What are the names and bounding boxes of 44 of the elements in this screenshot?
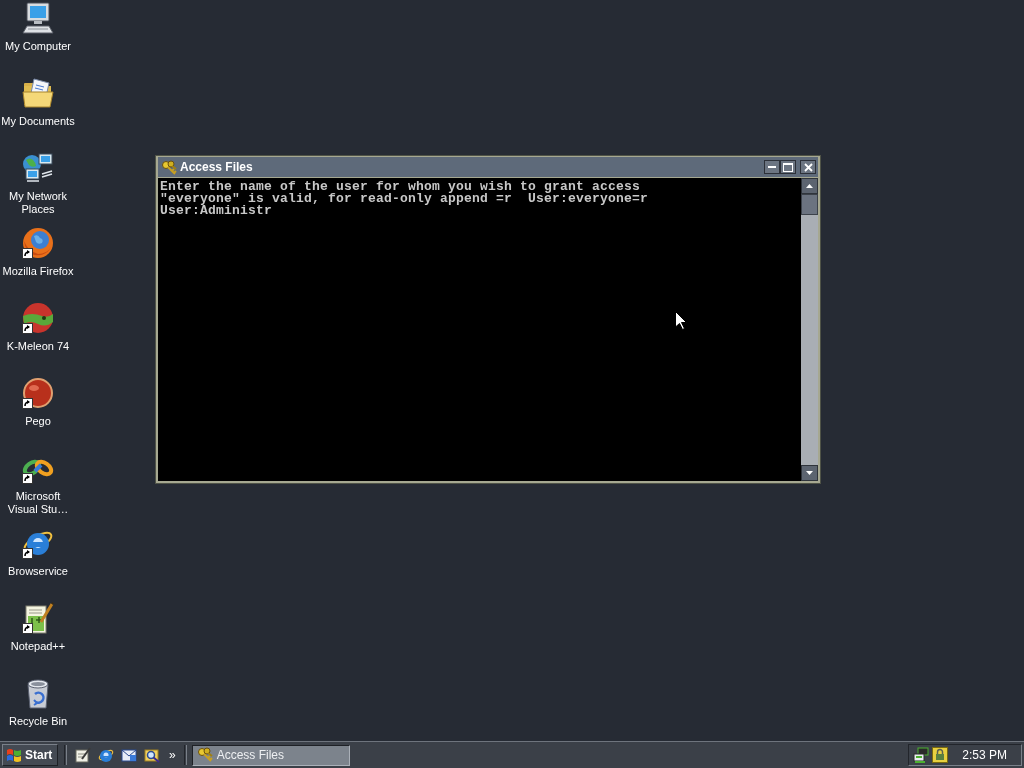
- browser-e-icon[interactable]: [98, 747, 114, 763]
- start-button[interactable]: Start: [2, 744, 58, 766]
- search-icon[interactable]: [144, 747, 160, 763]
- desktop-icon-label[interactable]: My Documents: [1, 115, 75, 128]
- close-button[interactable]: [800, 160, 816, 174]
- clock: 2:53 PM: [962, 748, 1007, 762]
- network-icon[interactable]: [22, 152, 54, 184]
- desktop-icon-label[interactable]: Recycle Bin: [8, 715, 68, 728]
- maximize-button[interactable]: [780, 160, 796, 174]
- console-line: "everyone" is valid, for read-only append =r User:everyone=r: [160, 193, 649, 205]
- note-pen-icon[interactable]: [75, 747, 91, 763]
- title-bar[interactable]: Access Files: [158, 157, 818, 177]
- quick-launch-more-button[interactable]: »: [167, 748, 178, 762]
- desktop-icon-label[interactable]: K-Meleon 74: [6, 340, 70, 353]
- console-area[interactable]: Enter the name of the user for whom you wish to grant access "everyone" is valid, for read-only append =r User:everyone=r User:Administr: [158, 178, 801, 481]
- desktop-icon-label[interactable]: Notepad++: [10, 640, 66, 653]
- desktop-icon-label[interactable]: Mozilla Firefox: [2, 265, 74, 278]
- desktop-icon-label[interactable]: Microsoft Visual Stu…: [0, 490, 76, 516]
- down-arrow-icon: [806, 471, 813, 475]
- scroll-down-button[interactable]: [801, 465, 818, 481]
- desktop-icon-label[interactable]: My Computer: [5, 40, 71, 53]
- padlock-icon[interactable]: [932, 747, 948, 763]
- desktop-icon-label[interactable]: Pego: [25, 415, 51, 428]
- up-arrow-icon: [806, 184, 813, 188]
- scrollbar[interactable]: [801, 178, 818, 481]
- maximize-icon: [783, 162, 793, 172]
- computer-icon[interactable]: [22, 2, 54, 34]
- scroll-thumb[interactable]: [801, 194, 818, 215]
- flag-icon: [6, 747, 22, 763]
- scroll-up-button[interactable]: [801, 178, 818, 194]
- console-line: User:Administr: [160, 205, 273, 217]
- close-icon: [803, 162, 813, 172]
- folder-icon[interactable]: [22, 77, 54, 109]
- window-title: Access Files: [180, 160, 253, 174]
- console-line: Enter the name of the user for whom you wish to grant access: [160, 181, 641, 193]
- minimize-button[interactable]: [764, 160, 780, 174]
- mouse-pointer-icon: [675, 311, 687, 330]
- mail-icon[interactable]: [121, 747, 137, 763]
- monitor-icon[interactable]: [913, 747, 929, 763]
- keys-icon: [161, 159, 177, 176]
- desktop-icon-label[interactable]: My Network Places: [0, 190, 76, 216]
- keys-icon: [196, 747, 213, 763]
- minimize-icon: [768, 166, 776, 168]
- desktop-icon-label[interactable]: Browservice: [8, 565, 68, 578]
